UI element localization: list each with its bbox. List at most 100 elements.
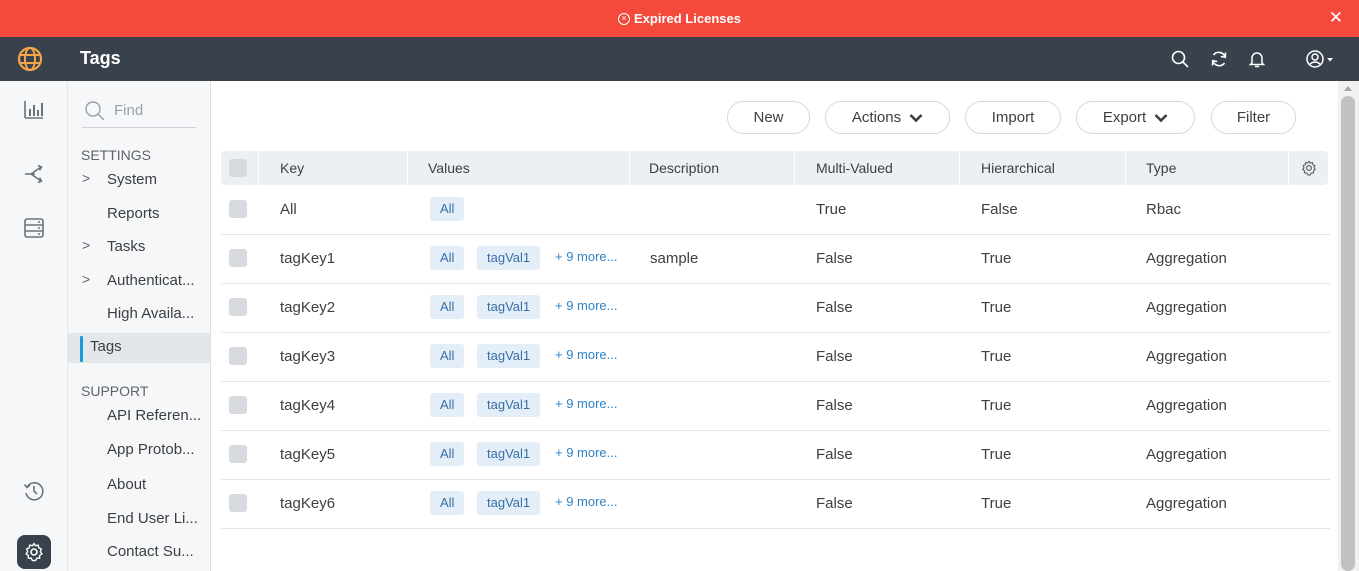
chevron-right-icon: > [82,170,91,186]
column-header-values[interactable]: Values [428,151,470,185]
find-input[interactable] [114,102,194,119]
value-chip: All [430,344,465,368]
value-chip: tagVal1 [477,344,541,368]
table-row[interactable]: tagKey5 All tagVal1 + 9 more... False Tr… [221,431,1330,480]
more-values-link[interactable]: + 9 more... [555,494,618,509]
value-chip: tagVal1 [477,246,541,270]
gear-icon [25,542,43,562]
chevron-down-icon[interactable] [1326,57,1334,63]
import-button[interactable]: Import [965,101,1061,134]
bell-icon[interactable] [1247,49,1267,69]
select-all-checkbox[interactable] [229,159,247,177]
nav-item-authentication[interactable]: > Authenticat... [68,267,210,297]
nav-item-tags[interactable]: Tags [68,333,210,363]
more-values-link[interactable]: + 9 more... [555,445,618,460]
type-cell: Aggregation [1146,446,1227,463]
filter-button[interactable]: Filter [1211,101,1296,134]
table-row[interactable]: All All True False Rbac [221,186,1330,235]
column-header-key[interactable]: Key [280,151,304,185]
nav-item-api-reference[interactable]: API Referen... [68,402,210,432]
nav-item-label: End User Li... [107,510,198,527]
key-cell: All [280,201,297,218]
column-header-multi-valued[interactable]: Multi-Valued [816,151,893,185]
more-values-link[interactable]: + 9 more... [555,249,618,264]
value-chip: tagVal1 [477,295,541,319]
multi-valued-cell: False [816,348,853,365]
value-chip: All [430,295,465,319]
settings-button[interactable] [17,535,51,569]
nav-item-end-user-license[interactable]: End User Li... [68,505,210,535]
bar-chart-icon[interactable] [22,97,46,121]
server-icon[interactable] [22,216,46,240]
row-checkbox[interactable] [229,249,247,267]
new-button[interactable]: New [727,101,810,134]
table-row[interactable]: tagKey1 All tagVal1 + 9 more... sample F… [221,235,1330,284]
row-checkbox[interactable] [229,445,247,463]
table-row[interactable]: tagKey2 All tagVal1 + 9 more... False Tr… [221,284,1330,333]
column-divider [1288,151,1289,185]
user-account-icon[interactable] [1305,49,1325,69]
scrollbar-thumb[interactable] [1341,96,1355,571]
chevron-right-icon: > [82,237,91,253]
nav-item-high-availability[interactable]: High Availa... [68,300,210,330]
traffic-flow-icon[interactable] [22,162,46,186]
actions-button-label: Actions [851,109,902,126]
type-cell: Rbac [1146,201,1182,218]
type-cell: Aggregation [1146,299,1227,316]
more-values-link[interactable]: + 9 more... [555,347,618,362]
banner-close-button[interactable]: ✕ [1329,9,1343,26]
active-indicator [80,336,83,362]
globe-logo-icon[interactable] [16,45,44,73]
page-title: Tags [80,48,121,68]
vertical-scrollbar[interactable] [1338,81,1359,571]
more-values-link[interactable]: + 9 more... [555,298,618,313]
nav-item-contact-support[interactable]: Contact Su... [68,538,210,568]
actions-button[interactable]: Actions [825,101,950,134]
column-header-hierarchical[interactable]: Hierarchical [981,151,1055,185]
key-cell: tagKey4 [280,397,336,414]
type-cell: Aggregation [1146,348,1227,365]
row-checkbox[interactable] [229,347,247,365]
row-checkbox[interactable] [229,200,247,218]
search-icon[interactable] [1170,49,1190,69]
multi-valued-cell: False [816,446,853,463]
scroll-up-arrow-icon[interactable] [1344,86,1352,91]
refresh-icon[interactable] [1209,49,1229,69]
value-chip: tagVal1 [477,491,541,515]
column-header-type[interactable]: Type [1146,151,1176,185]
nav-item-label: Reports [107,205,160,222]
nav-item-tasks[interactable]: > Tasks [68,233,210,263]
support-heading: SUPPORT [81,383,149,399]
hierarchical-cell: True [981,348,1012,365]
column-header-description[interactable]: Description [649,151,719,185]
nav-item-app-protobuf[interactable]: App Protob... [68,436,210,466]
history-icon[interactable] [22,479,46,503]
multi-valued-cell: True [816,201,847,218]
row-checkbox[interactable] [229,396,247,414]
table-row[interactable]: tagKey3 All tagVal1 + 9 more... False Tr… [221,333,1330,382]
table-row[interactable]: tagKey6 All tagVal1 + 9 more... False Tr… [221,480,1330,529]
value-chip: tagVal1 [477,442,541,466]
row-checkbox[interactable] [229,298,247,316]
nav-item-system[interactable]: > System [68,166,210,196]
find-field[interactable] [82,96,196,128]
import-button-label: Import [991,109,1035,126]
nav-item-label: Tags [90,338,122,355]
export-button[interactable]: Export [1076,101,1195,134]
column-divider [629,151,630,185]
value-chip: tagVal1 [477,393,541,417]
banner-message: × Expired Licenses [0,0,1359,37]
key-cell: tagKey6 [280,495,336,512]
row-checkbox[interactable] [229,494,247,512]
type-cell: Aggregation [1146,495,1227,512]
key-cell: tagKey1 [280,250,336,267]
nav-item-label: About [107,476,147,493]
nav-item-reports[interactable]: Reports [68,200,210,230]
multi-valued-cell: False [816,397,853,414]
more-values-link[interactable]: + 9 more... [555,396,618,411]
column-settings-gear-icon[interactable] [1301,160,1317,176]
nav-item-about[interactable]: About [68,471,210,501]
settings-nav: SETTINGS > System Reports > Tasks > Auth… [68,81,211,571]
table-row[interactable]: tagKey4 All tagVal1 + 9 more... False Tr… [221,382,1330,431]
filter-button-label: Filter [1236,109,1271,126]
